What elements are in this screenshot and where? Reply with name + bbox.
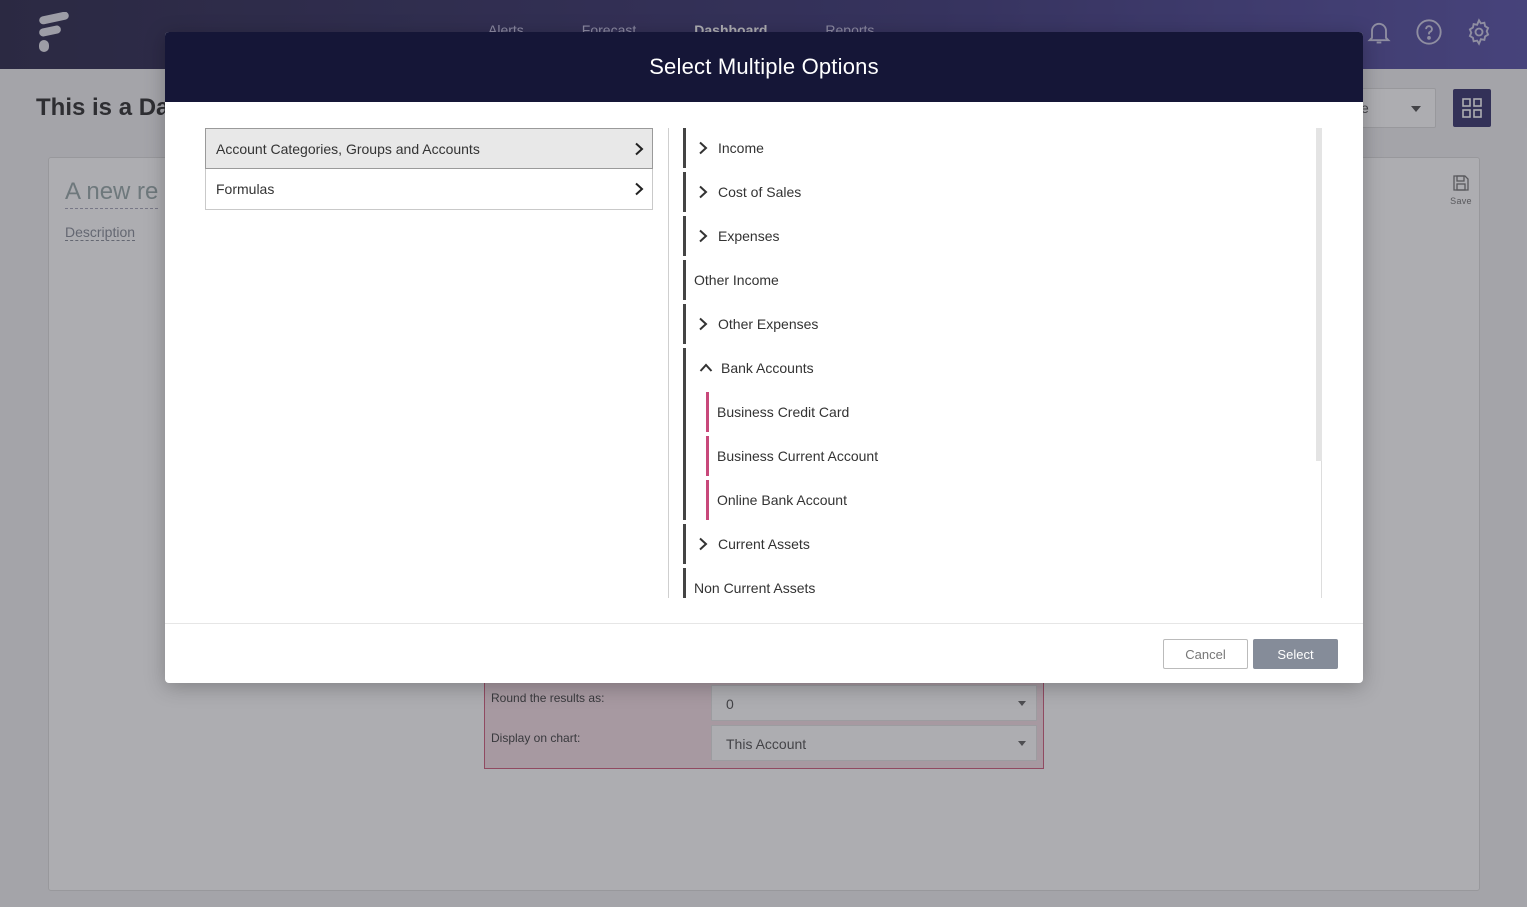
tree-item-label: Non Current Assets <box>694 580 816 596</box>
select-options-modal: Select Multiple Options Account Categori… <box>165 32 1363 683</box>
option-type-list: Account Categories, Groups and Accounts … <box>205 128 653 210</box>
tree-item-label: Business Credit Card <box>717 404 850 420</box>
tree-group-bank-accounts: Bank Accounts Business Credit Card Busin… <box>683 348 1317 520</box>
chevron-right-icon <box>634 182 644 196</box>
panel-divider <box>668 128 669 598</box>
chevron-right-icon[interactable] <box>690 216 716 256</box>
tree-scrollbar[interactable] <box>1316 128 1322 598</box>
tree-item-income[interactable]: Income <box>683 128 1317 168</box>
tree-item-bank-accounts[interactable]: Bank Accounts <box>686 348 1317 388</box>
tree-item-label: Business Current Account <box>717 448 879 464</box>
chevron-right-icon[interactable] <box>690 172 716 212</box>
modal-footer: Cancel Select <box>165 623 1363 683</box>
modal-title: Select Multiple Options <box>649 54 879 79</box>
tree-item-cost-of-sales[interactable]: Cost of Sales <box>683 172 1317 212</box>
tree-item-other-expenses[interactable]: Other Expenses <box>683 304 1317 344</box>
option-formulas[interactable]: Formulas <box>205 169 653 210</box>
cancel-button[interactable]: Cancel <box>1163 639 1248 669</box>
chevron-right-icon[interactable] <box>690 128 716 168</box>
tree-item-label: Other Income <box>694 272 779 288</box>
tree-item-business-credit-card[interactable]: Business Credit Card <box>706 392 1317 432</box>
tree-item-label: Bank Accounts <box>721 360 814 376</box>
chevron-right-icon[interactable] <box>690 304 716 344</box>
tree-item-label: Cost of Sales <box>718 184 802 200</box>
tree-item-current-assets[interactable]: Current Assets <box>683 524 1317 564</box>
tree-item-label: Income <box>718 140 764 156</box>
select-button[interactable]: Select <box>1253 639 1338 669</box>
chevron-up-icon[interactable] <box>693 348 719 388</box>
option-account-categories[interactable]: Account Categories, Groups and Accounts <box>205 128 653 169</box>
tree-item-label: Current Assets <box>718 536 810 552</box>
option-label: Account Categories, Groups and Accounts <box>216 140 480 157</box>
tree-item-other-income[interactable]: Other Income <box>683 260 1317 300</box>
tree-item-label: Online Bank Account <box>717 492 847 508</box>
option-label: Formulas <box>216 181 275 197</box>
tree-scrollbar-thumb[interactable] <box>1316 128 1322 461</box>
chevron-right-icon[interactable] <box>690 524 716 564</box>
tree-item-business-current-account[interactable]: Business Current Account <box>706 436 1317 476</box>
modal-header: Select Multiple Options <box>165 32 1363 102</box>
tree-item-expenses[interactable]: Expenses <box>683 216 1317 256</box>
tree-item-label: Expenses <box>718 228 780 244</box>
chevron-right-icon <box>634 142 644 156</box>
tree-item-online-bank-account[interactable]: Online Bank Account <box>706 480 1317 520</box>
account-tree: Income Cost of Sales Expenses Other Inco… <box>683 128 1317 598</box>
tree-item-non-current-assets[interactable]: Non Current Assets <box>683 568 1317 598</box>
tree-item-label: Other Expenses <box>718 316 819 332</box>
